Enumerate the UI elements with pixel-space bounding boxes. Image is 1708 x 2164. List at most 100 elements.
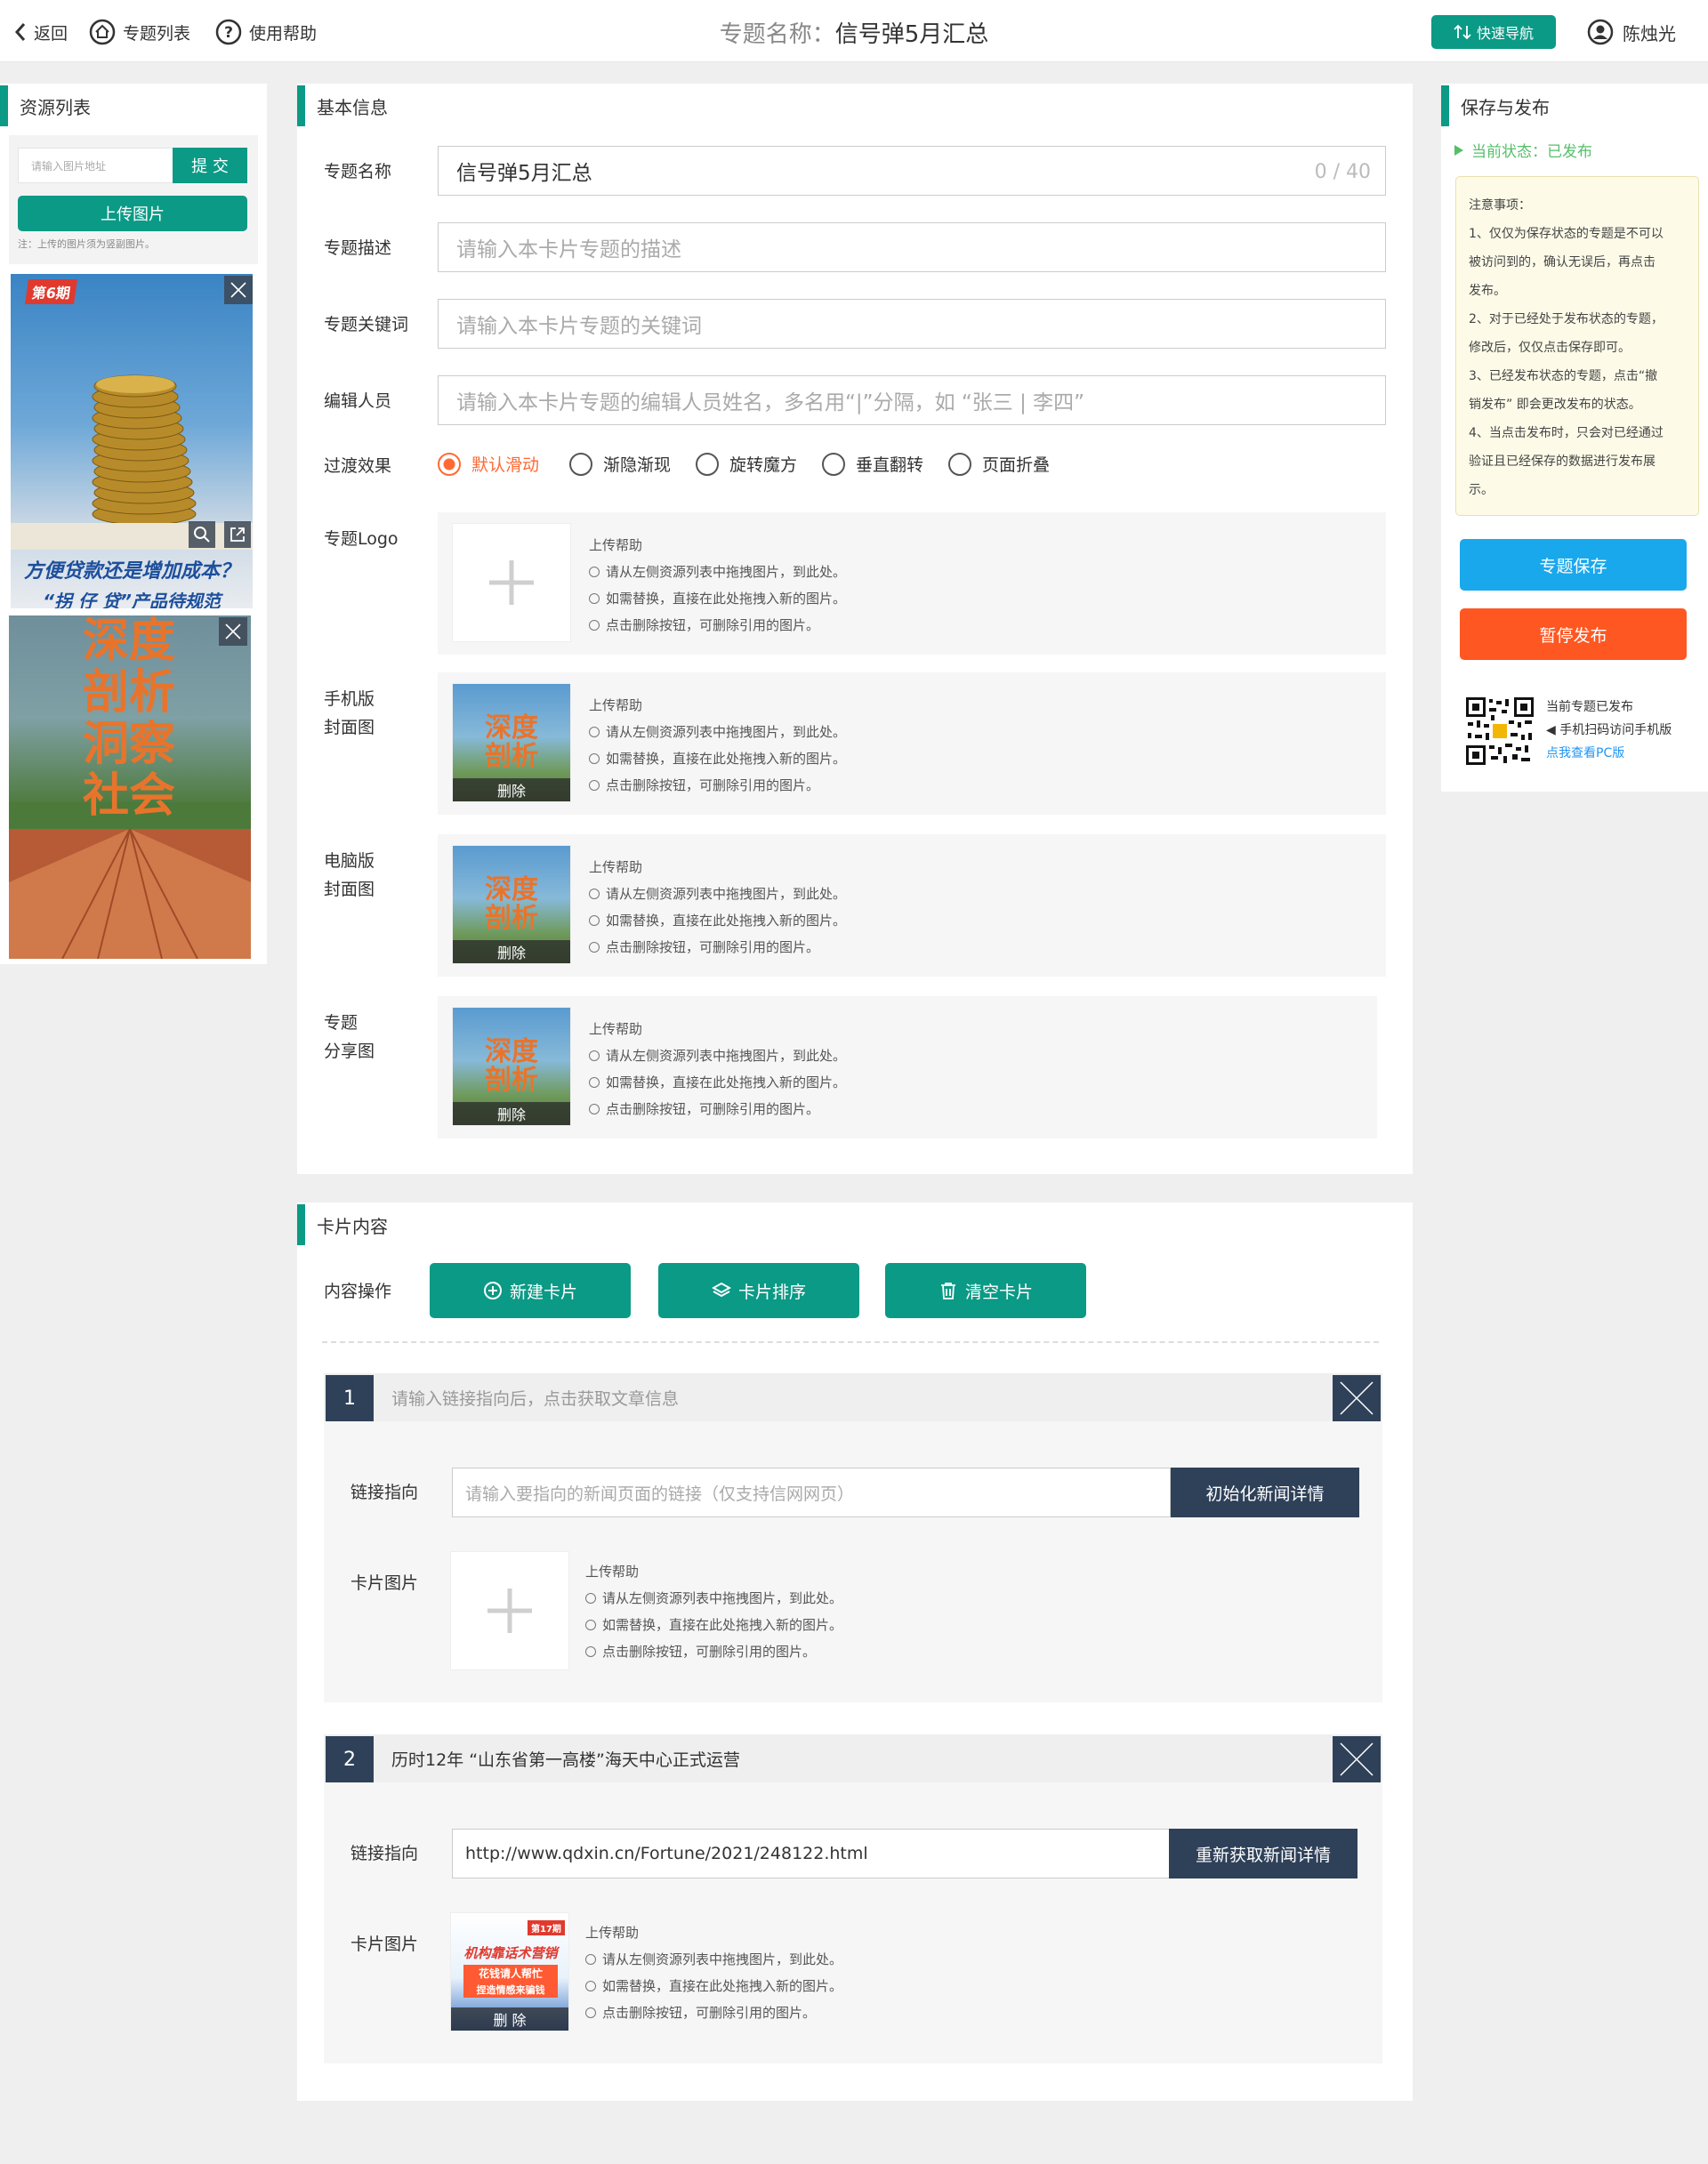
new-card-label: 新建卡片 (509, 1282, 577, 1302)
editors-label: 编辑人员 (324, 391, 392, 411)
ops-label: 内容操作 (324, 1282, 392, 1301)
help-line: 如需替换，直接在此处拖拽入新的图片。 (585, 1973, 842, 1999)
mobile-cover-image[interactable]: 深度剖析 删除 (452, 683, 571, 802)
topic-desc-label: 专题描述 (324, 238, 392, 258)
resource-thumb-2[interactable]: 深度剖析 洞察社会 (9, 615, 251, 959)
upload-help: 上传帮助 请从左侧资源列表中拖拽图片，到此处。 如需替换，直接在此处拖拽入新的图… (589, 692, 846, 799)
thumb-1-zoom-button[interactable] (189, 521, 215, 548)
remove-card-button[interactable] (1333, 1375, 1381, 1421)
card-image-line-3: 捏造情感来骗钱 (463, 1982, 558, 1998)
card-title: 历时12年 “山东省第一高楼”海天中心正式运营 (391, 1750, 740, 1770)
qr-info: 当前专题已发布 ◀ 手机扫码访问手机版 点我查看PC版 (1546, 696, 1672, 765)
radio-cube[interactable]: 旋转魔方 (696, 452, 797, 476)
card-number: 1 (326, 1375, 374, 1421)
delete-button[interactable]: 删 除 (451, 2007, 568, 2031)
help-title: 上传帮助 (585, 1564, 640, 1580)
clear-cards-label: 清空卡片 (964, 1282, 1033, 1302)
clear-cards-button[interactable]: 清空卡片 (885, 1263, 1086, 1318)
upload-image-button[interactable]: 上传图片 (18, 196, 247, 231)
card-image-label: 卡片图片 (350, 1935, 419, 1954)
cover-text: 深度剖析 (485, 874, 538, 934)
thumb-1-close-button[interactable] (224, 276, 253, 304)
publish-title-text: 保存与发布 (1461, 96, 1550, 118)
pc-cover-image[interactable]: 深度剖析 删除 (452, 845, 571, 964)
note-line: 2、对于已经处于发布状态的专题， (1469, 312, 1664, 326)
note-line: 修改后，仅仅点击保存即可。 (1469, 341, 1631, 355)
notes-title: 注意事项： (1469, 198, 1531, 213)
upload-help: 上传帮助 请从左侧资源列表中拖拽图片，到此处。 如需替换，直接在此处拖拽入新的图… (589, 532, 846, 639)
pc-cover-label-1: 电脑版 (324, 851, 375, 871)
topic-name-input[interactable]: 信号弹5月汇总 0 / 40 (438, 146, 1386, 196)
quick-nav-button[interactable]: 快速导航 (1431, 15, 1556, 49)
editors-input[interactable]: 请输入本卡片专题的编辑人员姓名，多名用“|”分隔，如 “张三 | 李四” (438, 375, 1386, 425)
trash-icon (940, 1283, 955, 1299)
cover-text: 深度剖析 (485, 1036, 538, 1096)
radio-label: 旋转魔方 (729, 455, 798, 475)
radio-fade[interactable]: 渐隐渐现 (569, 452, 671, 476)
card-item: 2 历时12年 “山东省第一高楼”海天中心正式运营 链接指向 http://ww… (324, 1734, 1382, 2063)
delete-button[interactable]: 删除 (453, 940, 570, 963)
thumb-subline: “拐 仔 贷”产品待规范 (43, 591, 221, 608)
card-image[interactable]: 第17期 机构靠话术营销 花钱请人帮忙 捏造情感来骗钱 删 除 (450, 1912, 569, 2031)
qr-code-icon[interactable] (1466, 697, 1534, 765)
thumb-2-close-button[interactable] (219, 617, 247, 646)
sort-cards-button[interactable]: 卡片排序 (658, 1263, 859, 1318)
pc-version-link[interactable]: 点我查看PC版 (1546, 742, 1672, 765)
resource-title-text: 资源列表 (20, 96, 91, 118)
basic-info-title-text: 基本信息 (317, 96, 388, 118)
link-input[interactable]: 请输入要指向的新闻页面的链接（仅支持信网网页） (452, 1468, 1171, 1517)
new-card-button[interactable]: 新建卡片 (430, 1263, 631, 1318)
help-line: 如需替换，直接在此处拖拽入新的图片。 (585, 1612, 842, 1638)
init-news-button[interactable]: 初始化新闻详情 (1171, 1468, 1359, 1517)
refetch-news-button[interactable]: 重新获取新闻详情 (1169, 1829, 1358, 1878)
link-value: http://www.qdxin.cn/Fortune/2021/248122.… (465, 1844, 868, 1863)
qr-line-2: ◀ 手机扫码访问手机版 (1546, 723, 1672, 737)
radio-flip[interactable]: 垂直翻转 (822, 452, 923, 476)
help-title: 上传帮助 (589, 859, 643, 875)
remove-card-button[interactable] (1333, 1736, 1381, 1782)
user-menu[interactable]: 陈烛光 (1587, 18, 1676, 46)
help-line: 请从左侧资源列表中拖拽图片，到此处。 (585, 1946, 842, 1973)
share-image-upload-box[interactable]: 深度剖析 删除 上传帮助 请从左侧资源列表中拖拽图片，到此处。 如需替换，直接在… (438, 996, 1377, 1138)
delete-button[interactable]: 删除 (453, 1102, 570, 1125)
topic-desc-placeholder: 请输入本卡片专题的描述 (456, 238, 681, 261)
radio-default-slide[interactable]: 默认滑动 (438, 452, 539, 476)
radio-label: 垂直翻转 (856, 455, 924, 475)
close-icon (1340, 1381, 1374, 1415)
resource-thumb-1[interactable]: 第6期 方便贷款还是增加成本？ “拐 仔 贷”产品待规范 (11, 274, 253, 608)
card-image-label: 卡片图片 (350, 1573, 419, 1593)
help-title: 上传帮助 (589, 1021, 643, 1037)
coins-image (11, 374, 253, 550)
publish-status-text: 当前状态：已发布 (1471, 143, 1592, 161)
help-line: 请从左侧资源列表中拖拽图片，到此处。 (585, 1585, 842, 1612)
card-content-title-text: 卡片内容 (317, 1215, 388, 1237)
card-content-title: 卡片内容 (297, 1203, 388, 1247)
page-title-label: 专题名称： (719, 21, 835, 48)
notes-box: 注意事项： 1、仅仅为保存状态的专题是不可以 被访问到的，确认无误后，再点击 发… (1455, 176, 1699, 516)
help-title: 上传帮助 (589, 537, 643, 553)
thumb-1-open-button[interactable] (224, 521, 251, 548)
mobile-cover-label-2: 封面图 (324, 718, 375, 737)
topic-keywords-input[interactable]: 请输入本卡片专题的关键词 (438, 299, 1386, 349)
save-button[interactable]: 专题保存 (1460, 539, 1687, 591)
logo-upload-box[interactable]: 上传帮助 请从左侧资源列表中拖拽图片，到此处。 如需替换，直接在此处拖拽入新的图… (438, 512, 1386, 655)
card-number: 2 (326, 1736, 374, 1782)
thumb-headline: 方便贷款还是增加成本？ (23, 560, 239, 583)
submit-button[interactable]: 提 交 (173, 148, 247, 183)
mobile-cover-upload-box[interactable]: 深度剖析 删除 上传帮助 请从左侧资源列表中拖拽图片，到此处。 如需替换，直接在… (438, 672, 1386, 815)
radio-label: 默认滑动 (471, 455, 540, 475)
link-input[interactable]: http://www.qdxin.cn/Fortune/2021/248122.… (452, 1829, 1171, 1878)
editors-placeholder: 请输入本卡片专题的编辑人员姓名，多名用“|”分隔，如 “张三 | 李四” (456, 391, 1085, 414)
topic-desc-input[interactable]: 请输入本卡片专题的描述 (438, 222, 1386, 272)
logo-dropzone[interactable] (452, 523, 571, 642)
card-image-dropzone[interactable] (450, 1551, 569, 1670)
pause-publish-label: 暂停发布 (1539, 625, 1607, 646)
close-icon (1340, 1742, 1374, 1776)
share-image[interactable]: 深度剖析 删除 (452, 1007, 571, 1126)
pc-cover-upload-box[interactable]: 深度剖析 删除 上传帮助 请从左侧资源列表中拖拽图片，到此处。 如需替换，直接在… (438, 834, 1386, 977)
pause-publish-button[interactable]: 暂停发布 (1460, 608, 1687, 660)
delete-button[interactable]: 删除 (453, 778, 570, 801)
radio-fold[interactable]: 页面折叠 (948, 452, 1050, 476)
radio-circle (948, 452, 971, 476)
image-url-placeholder: 请输入图片地址 (31, 159, 107, 173)
